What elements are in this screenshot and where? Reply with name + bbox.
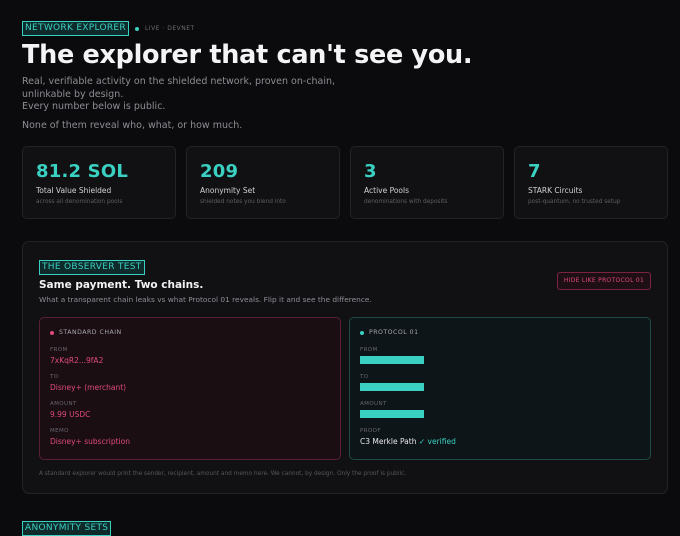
amount-label: AMOUNT: [360, 401, 387, 407]
live-status-text: LIVE · DEVNET: [144, 25, 195, 32]
section-tag: NETWORK EXPLORER: [22, 21, 129, 36]
stat-note: denominations with deposits: [364, 199, 448, 205]
stat-value: 3: [364, 161, 377, 182]
stat-note: post-quantum, no trusted setup: [528, 199, 621, 205]
stat-value: 7: [528, 161, 541, 182]
redacted-amount-bar: [360, 410, 424, 418]
header-badge-row: NETWORK EXPLORER LIVE · DEVNET: [22, 21, 195, 36]
status-dot-icon: [360, 330, 364, 335]
proof-verified-status: ✓ verified: [418, 437, 456, 446]
chain-name: STANDARD CHAIN: [59, 329, 122, 336]
stat-label: Total Value Shielded: [36, 186, 112, 195]
page-title: The explorer that can't see you.: [22, 40, 473, 70]
to-label: TO: [50, 374, 59, 380]
live-status-dot-icon: [134, 26, 139, 31]
stat-card-active-pools: 3 Active Pools denominations with deposi…: [350, 146, 504, 219]
memo-value: Disney+ subscription: [50, 437, 130, 446]
status-dot-icon: [50, 330, 54, 335]
memo-label: MEMO: [50, 428, 69, 434]
chain-name: PROTOCOL 01: [369, 329, 419, 336]
observer-title: Same payment. Two chains.: [39, 279, 204, 291]
stat-label: Anonymity Set: [200, 186, 256, 195]
stat-note: across all denomination pools: [36, 199, 123, 205]
anonymity-sets-section-tag: ANONYMITY SETS: [22, 521, 112, 536]
hide-like-protocol-button[interactable]: HIDE LIKE PROTOCOL 01: [557, 272, 651, 290]
stats-row: 81.2 SOL Total Value Shielded across all…: [22, 146, 668, 219]
stat-value: 81.2 SOL: [36, 161, 129, 182]
stat-note: shielded notes you blend into: [200, 199, 286, 205]
page-subtitle-line-3: None of them reveal who, what, or how mu…: [22, 120, 243, 131]
stat-label: STARK Circuits: [528, 186, 583, 195]
stat-label: Active Pools: [364, 186, 410, 195]
protocol-chain-card: PROTOCOL 01 FROM TO AMOUNT PROOF C3 Merk…: [349, 317, 651, 460]
observer-footnote: A standard explorer would print the send…: [39, 471, 407, 477]
to-recipient: Disney+ (merchant): [50, 383, 127, 392]
redacted-to-bar: [360, 383, 424, 391]
from-address: 7xKqR2...9fA2: [50, 356, 104, 365]
protocol-chain-header: PROTOCOL 01: [360, 329, 419, 336]
amount-value: 9.99 USDC: [50, 410, 91, 419]
stat-card-stark-circuits: 7 STARK Circuits post-quantum, no truste…: [514, 146, 668, 219]
proof-value: C3 Merkle Path ✓ verified: [360, 437, 456, 446]
from-label: FROM: [360, 347, 378, 353]
observer-test-panel: THE OBSERVER TEST Same payment. Two chai…: [22, 241, 668, 494]
stat-card-tvl: 81.2 SOL Total Value Shielded across all…: [22, 146, 176, 219]
stat-value: 209: [200, 161, 239, 182]
amount-label: AMOUNT: [50, 401, 77, 407]
page-subtitle-line-2: Every number below is public.: [22, 101, 166, 112]
observer-subtitle: What a transparent chain leaks vs what P…: [39, 295, 372, 304]
page-subtitle: Real, verifiable activity on the shielde…: [22, 76, 336, 100]
to-label: TO: [360, 374, 369, 380]
observer-section-tag: THE OBSERVER TEST: [39, 260, 145, 275]
standard-chain-header: STANDARD CHAIN: [50, 329, 122, 336]
proof-path: C3 Merkle Path: [360, 437, 417, 446]
stat-card-anonymity-set: 209 Anonymity Set shielded notes you ble…: [186, 146, 340, 219]
from-label: FROM: [50, 347, 68, 353]
standard-chain-card: STANDARD CHAIN FROM 7xKqR2...9fA2 TO Dis…: [39, 317, 341, 460]
proof-label: PROOF: [360, 428, 381, 434]
redacted-from-bar: [360, 356, 424, 364]
